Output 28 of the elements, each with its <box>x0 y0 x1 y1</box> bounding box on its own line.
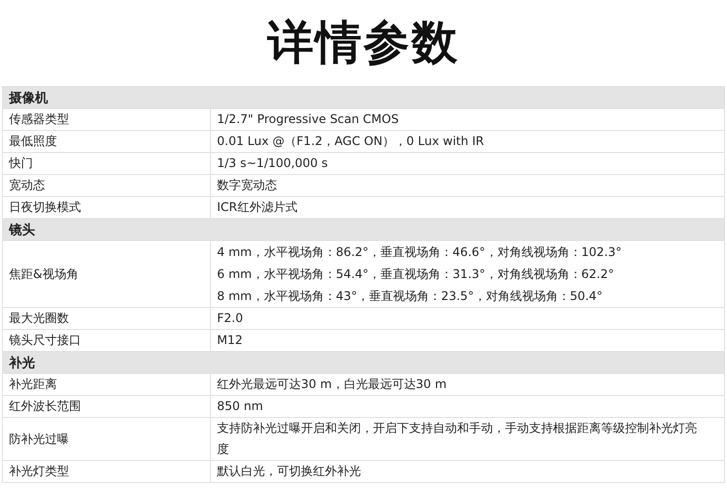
spec-value: 红外光最远可达30 m，白光最远可达30 m <box>217 376 448 393</box>
spec-value: 8 mm，水平视场角：43°，垂直视场角：23.5°，对角线视场角：50.4° <box>217 288 604 305</box>
spec-label: 焦距&视场角 <box>2 240 210 308</box>
spec-value: 支持防补光过曝开启和关闭，开启下支持自动和手动，手动支持根据距离等级控制补光灯亮度 <box>217 420 698 458</box>
spec-label: 补光灯类型 <box>2 460 210 482</box>
section-heading: 镜头 <box>2 218 724 240</box>
spec-label: 补光距离 <box>2 374 210 396</box>
spec-value: 4 mm，水平视场角：86.2°，垂直视场角：46.6°，对角线视场角：102.3° <box>217 244 623 261</box>
spec-value: 6 mm，水平视场角：54.4°，垂直视场角：31.3°，对角线视场角：62.2° <box>217 266 615 283</box>
spec-label: 红外波长范围 <box>2 396 210 418</box>
spec-label: 传感器类型 <box>2 108 210 130</box>
spec-label: 最低照度 <box>2 130 210 152</box>
spec-value: 默认白光，可切换红外补光 <box>217 463 362 480</box>
spec-value: 1/3 s~1/100,000 s <box>217 155 329 172</box>
spec-label: 最大光圈数 <box>2 308 210 330</box>
section-heading: 摄像机 <box>2 86 724 108</box>
spec-value: M12 <box>217 332 244 349</box>
spec-label: 防补光过曝 <box>2 418 210 460</box>
spec-value: 1/2.7" Progressive Scan CMOS <box>217 111 400 128</box>
spec-value: ICR红外滤片式 <box>217 199 298 216</box>
page-title: 详情参数 <box>266 14 460 71</box>
spec-label: 快门 <box>2 152 210 174</box>
section-heading: 补光 <box>2 352 724 374</box>
spec-value: F2.0 <box>217 310 244 327</box>
spec-value: 数字宽动态 <box>217 177 278 194</box>
spec-value: 850 nm <box>217 398 264 415</box>
spec-label: 宽动态 <box>2 174 210 196</box>
spec-value: 0.01 Lux @（F1.2，AGC ON），0 Lux with IR <box>217 133 486 150</box>
